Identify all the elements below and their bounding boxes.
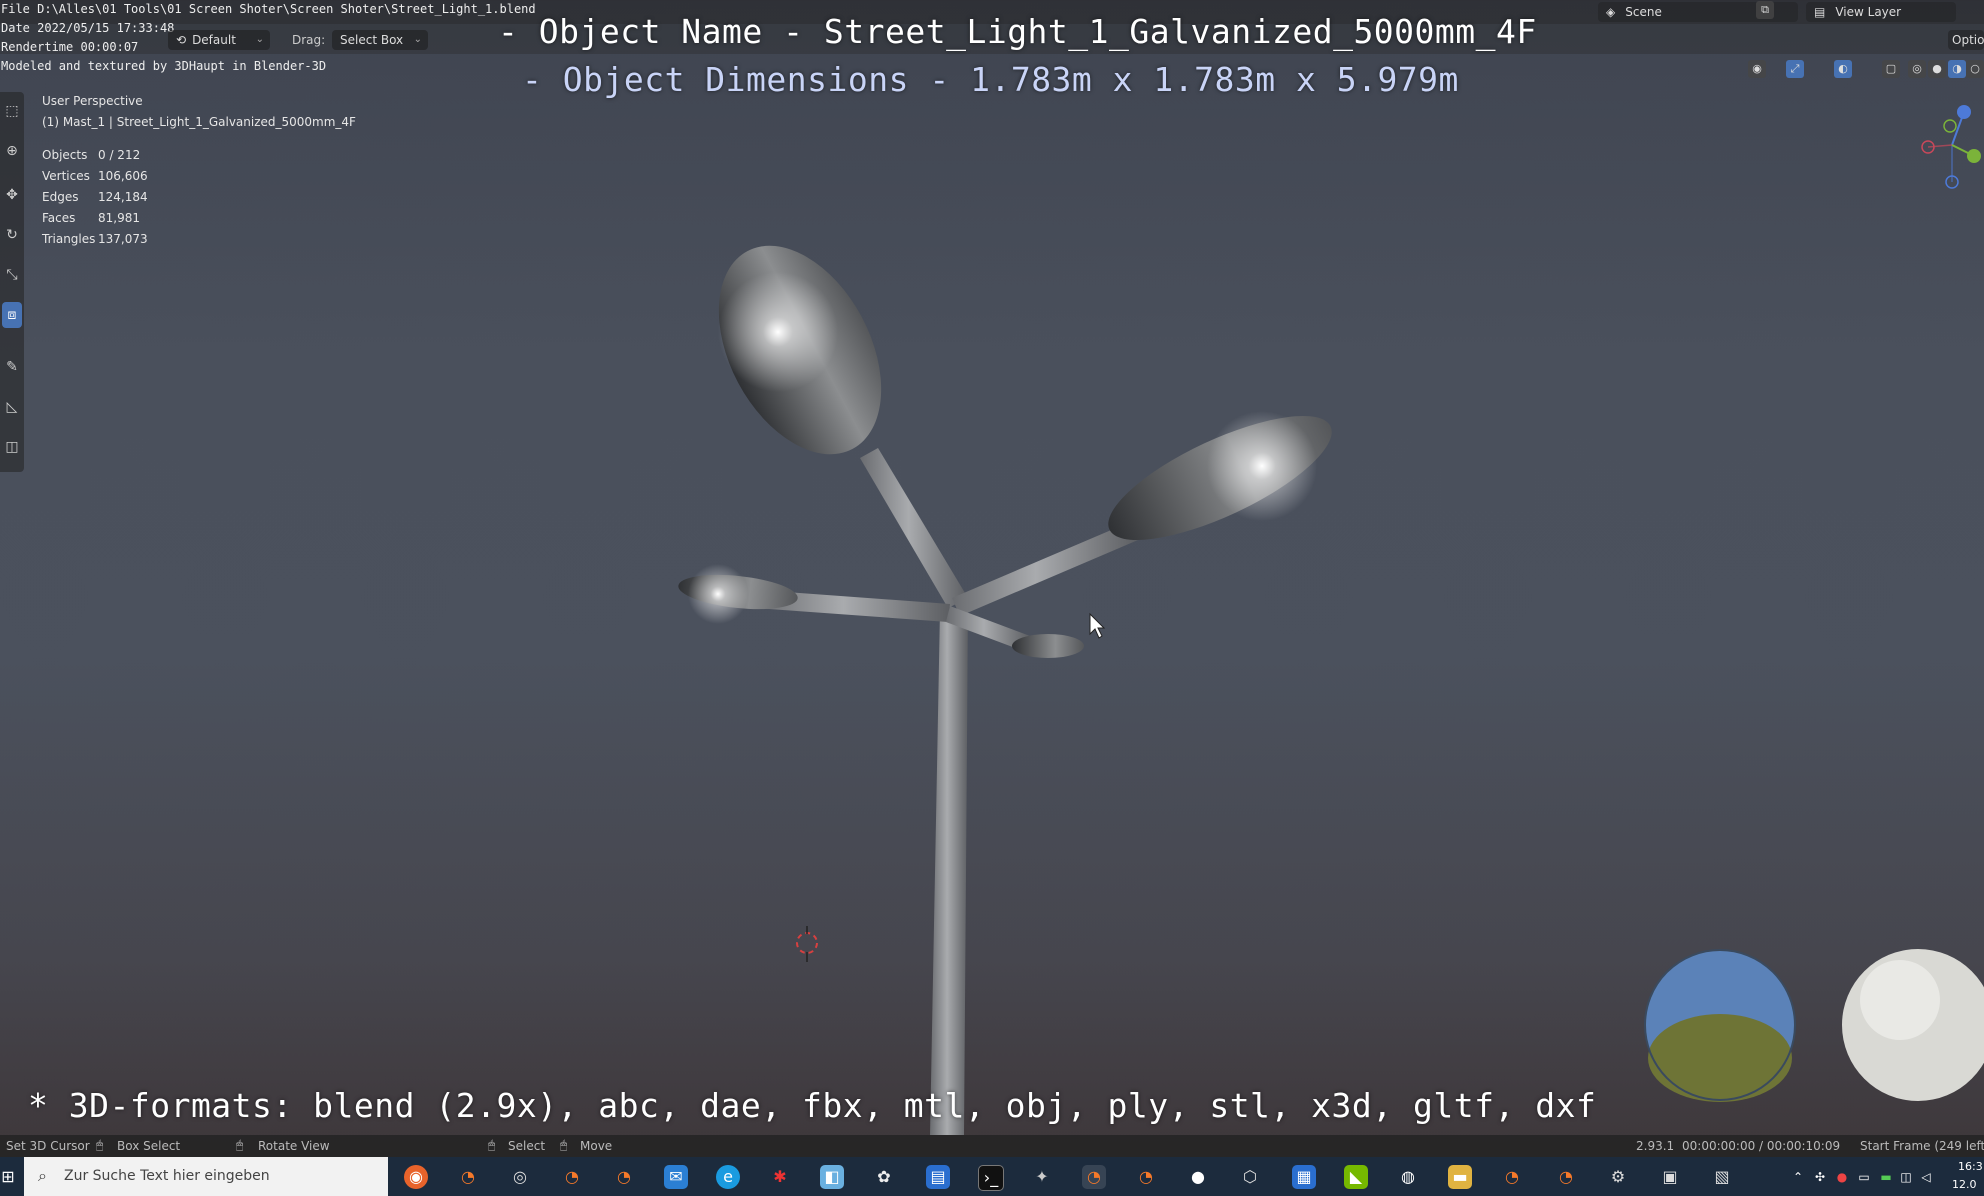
blender-icon[interactable]: ◔ — [612, 1165, 636, 1189]
clock-date[interactable]: 12.0 — [1952, 1178, 1977, 1191]
status-box-select: Box Select — [117, 1139, 181, 1153]
mail-icon[interactable]: ✉ — [664, 1165, 688, 1189]
status-move: Move — [580, 1139, 613, 1153]
tray-green-icon[interactable]: ▬ — [1878, 1165, 1894, 1189]
viewport-scene[interactable] — [0, 0, 1984, 1135]
volume-icon[interactable]: ◁ — [1918, 1165, 1934, 1189]
obs-icon[interactable]: ◎ — [508, 1165, 532, 1189]
search-icon: ⌕ — [38, 1166, 47, 1185]
taskbar-search-input[interactable]: ⌕ Zur Suche Text hier eingeben — [24, 1157, 388, 1196]
firefox-icon[interactable]: ◉ — [404, 1165, 428, 1189]
status-version: 2.93.1 — [1636, 1139, 1675, 1153]
folder-icon[interactable]: ▬ — [1448, 1165, 1472, 1189]
app-blue-icon[interactable]: ◧ — [820, 1165, 844, 1189]
app-window-icon[interactable]: ▣ — [1658, 1165, 1682, 1189]
app-doc2-icon[interactable]: ▧ — [1710, 1165, 1734, 1189]
matcap-sphere-icon — [1842, 949, 1984, 1101]
hdri-sphere-icon — [1644, 949, 1796, 1102]
street-light-model[interactable] — [677, 218, 1347, 1135]
3d-cursor-icon — [796, 926, 818, 962]
status-rotate-view: Rotate View — [258, 1139, 330, 1153]
app-paint-icon[interactable]: ✿ — [872, 1165, 896, 1189]
blender-icon[interactable]: ◔ — [456, 1165, 480, 1189]
network-icon[interactable]: ◫ — [1898, 1165, 1914, 1189]
edge-icon[interactable]: e — [716, 1165, 740, 1189]
blender-icon[interactable]: ◔ — [560, 1165, 584, 1189]
blender-icon[interactable]: ◔ — [1500, 1165, 1524, 1189]
start-icon[interactable]: ⊞ — [0, 1165, 16, 1189]
mouse-pointer-icon — [1089, 612, 1106, 639]
mouse-drag-icon: 🖱 — [560, 1138, 568, 1152]
clock-time[interactable]: 16:3 — [1958, 1160, 1983, 1173]
status-set-cursor: Set 3D Cursor — [6, 1139, 90, 1153]
status-select: Select — [508, 1139, 546, 1153]
app-red-icon[interactable]: ✱ — [768, 1165, 792, 1189]
mouse-left-icon: 🖱 — [96, 1138, 104, 1152]
formats-text: * 3D-formats: blend (2.9x), abc, dae, fb… — [28, 1086, 1597, 1125]
mouse-right-icon: 🖱 — [488, 1138, 496, 1152]
status-start-frame: Start Frame (249 left) — [1860, 1139, 1984, 1153]
blender-icon[interactable]: ◔ — [1554, 1165, 1578, 1189]
settings-gear-icon[interactable]: ⚙ — [1606, 1165, 1630, 1189]
tray-icon[interactable]: ✣ — [1812, 1165, 1828, 1189]
nvidia-icon[interactable]: ◣ — [1344, 1165, 1368, 1189]
panda-icon[interactable]: ● — [1186, 1165, 1210, 1189]
terminal-icon[interactable]: ›_ — [978, 1165, 1004, 1191]
app-doc-icon[interactable]: ▤ — [926, 1165, 950, 1189]
battery-icon[interactable]: ▭ — [1856, 1165, 1872, 1189]
app-circle-icon[interactable]: ◍ — [1396, 1165, 1420, 1189]
app-gray-icon[interactable]: ✦ — [1030, 1165, 1054, 1189]
blender-icon[interactable]: ◔ — [1134, 1165, 1158, 1189]
status-timecode: 00:00:00:00 / 00:00:10:09 — [1682, 1139, 1841, 1153]
search-placeholder: Zur Suche Text hier eingeben — [64, 1168, 270, 1184]
tray-red-icon[interactable]: ● — [1834, 1165, 1850, 1189]
cube-icon[interactable]: ⬡ — [1238, 1165, 1262, 1189]
chevron-up-icon[interactable]: ⌃ — [1790, 1165, 1806, 1189]
blender-icon[interactable]: ◔ — [1082, 1165, 1106, 1189]
calendar-icon[interactable]: ▦ — [1292, 1165, 1316, 1189]
mouse-middle-icon: 🖱 — [236, 1138, 244, 1152]
